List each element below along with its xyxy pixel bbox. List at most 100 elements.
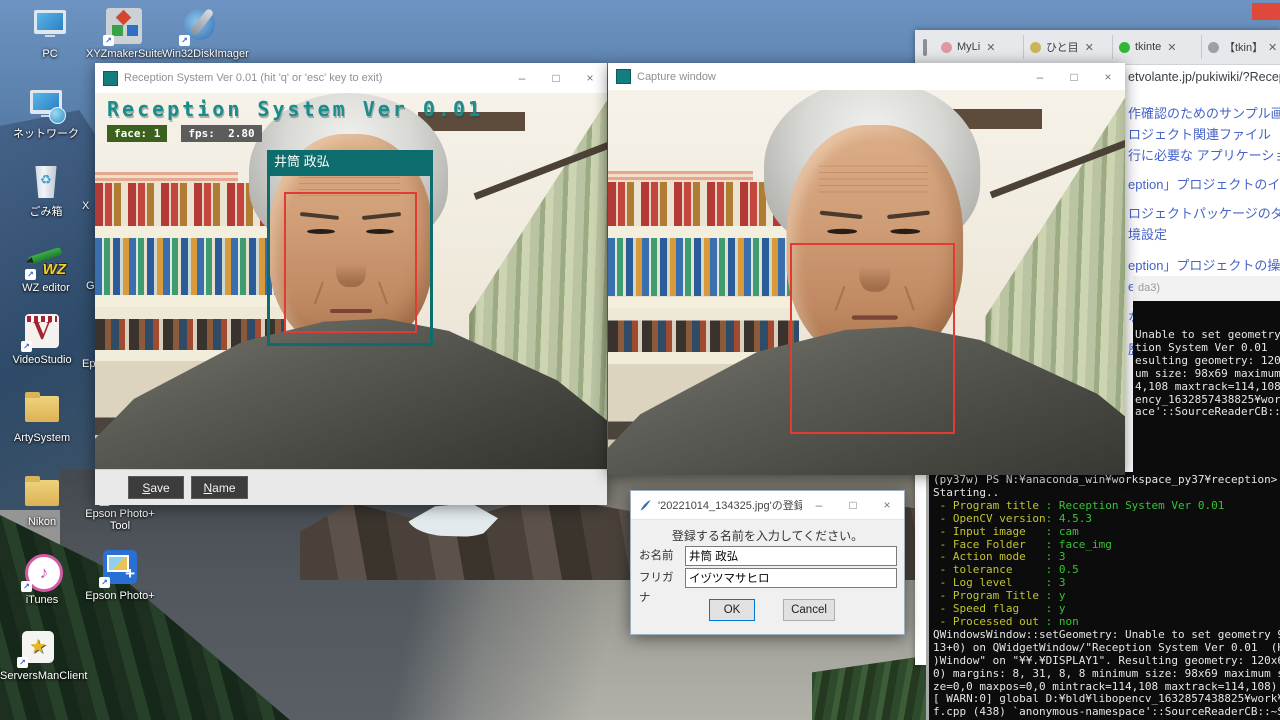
app-icon (616, 69, 631, 84)
shortcut-arrow-icon: ↗ (25, 269, 36, 280)
reception-video-feed: Reception System Ver 0.01 face: 1 fps: 2… (95, 93, 607, 470)
minimize-icon[interactable]: – (1023, 64, 1057, 90)
close-icon[interactable]: × (573, 65, 607, 91)
tab-close-icon[interactable]: ✕ (1268, 41, 1277, 54)
wiki-link[interactable]: 行に必要な アプリケーション (1128, 148, 1280, 164)
desktop-icon-label: iTunes (4, 594, 80, 606)
desktop-icon-xyzmakersuite[interactable]: ↗XYZmakerSuite (86, 6, 162, 60)
face-landmark-box (284, 192, 417, 333)
terminal-line: 13+0) on QWidgetWindow/"Reception System… (933, 642, 1280, 655)
background-terminal-titlebar[interactable]: da3) (1133, 276, 1280, 301)
terminal-line: ace'::SourceReaderCB::~S (1135, 406, 1280, 419)
window-title: Reception System Ver 0.01 (hit 'q' or 'e… (124, 72, 505, 84)
app-icon (103, 71, 118, 86)
close-icon[interactable]: × (1091, 64, 1125, 90)
ok-button[interactable]: OK (709, 599, 755, 621)
maximize-icon[interactable]: □ (1057, 64, 1091, 90)
hidden-icon-label: Ep (82, 358, 95, 370)
desktop-icon-wz-editor[interactable]: WZ↗WZ editor (8, 240, 84, 294)
shortcut-arrow-icon: ↗ (21, 341, 32, 352)
maximize-icon[interactable]: □ (539, 65, 573, 91)
browser-tab-3[interactable]: tkinte✕ (1113, 35, 1202, 59)
minimize-icon[interactable]: – (802, 492, 836, 518)
shortcut-arrow-icon: ↗ (103, 35, 114, 46)
face-detection-box (790, 243, 955, 434)
reception-button-bar: Save Name (95, 469, 607, 505)
browser-tab-2[interactable]: ひと目 ✕ (1024, 35, 1113, 59)
terminal-line: tion System Ver 0.01 (H (1135, 342, 1280, 355)
desktop-icon-ごみ箱[interactable]: ♻ごみ箱 (8, 164, 84, 218)
tab-favicon (1119, 42, 1130, 53)
desktop-icon-label: Epson Photo+ Tool (82, 508, 158, 532)
desktop-icon-ネットワ-ク[interactable]: ネットワーク (8, 86, 84, 140)
recycle-icon: ♻ (24, 164, 68, 204)
address-bar-text[interactable]: etvolante.jp/pukiwiki/?Receptio (1128, 70, 1280, 84)
browser-tabs: MyLi✕ひと目✕tkinte✕【tkin】✕ (935, 35, 1280, 59)
tab-label: ひと目 (1046, 39, 1079, 55)
desktop-icon-win32diskimager[interactable]: ↗Win32DiskImager (162, 6, 238, 60)
desktop-icon-artysystem[interactable]: ArtySystem (4, 390, 80, 444)
wiki-link[interactable]: 境設定 (1128, 227, 1280, 243)
itunes-icon: ♪↗ (20, 552, 64, 592)
capture-titlebar[interactable]: Capture window – □ × (608, 63, 1125, 91)
kana-input[interactable] (685, 568, 897, 588)
xyz-icon: ↗ (102, 6, 146, 46)
hidden-icon-label: X (82, 200, 89, 212)
wz-icon: WZ↗ (24, 240, 68, 280)
desktop-icon-label: ArtySystem (4, 432, 80, 444)
shortcut-arrow-icon: ↗ (17, 657, 28, 668)
desktop-icon-label: Nikon (4, 516, 80, 528)
reception-titlebar[interactable]: Reception System Ver 0.01 (hit 'q' or 'e… (95, 63, 607, 94)
desktop-icon-pc[interactable]: PC (12, 6, 88, 60)
servers-icon: ★↗ (16, 628, 60, 668)
save-button[interactable]: Save (128, 476, 184, 499)
cancel-button[interactable]: Cancel (783, 599, 835, 621)
powershell-terminal[interactable]: (py37w) PS N:¥anaconda_win¥workspace_py3… (926, 472, 1280, 720)
window-title: Capture window (637, 71, 1023, 83)
wiki-link[interactable]: eption」プロジェクトのインス (1128, 177, 1280, 193)
desktop-icon-label: ネットワーク (8, 128, 84, 140)
maximize-icon[interactable]: □ (836, 492, 870, 518)
close-icon[interactable]: × (870, 492, 904, 518)
tab-close-icon[interactable]: ✕ (1085, 41, 1094, 54)
name-input[interactable] (685, 546, 897, 566)
registration-dialog: '20221014_134325.jpg'の登録 – □ × 登録する名前を入力… (630, 490, 905, 635)
desktop-icon-nikon[interactable]: Nikon (4, 474, 80, 528)
desktop: PC↗XYZmakerSuite↗Win32DiskImager ネットワーク ♻ご… (0, 0, 1280, 720)
browser-tab-4[interactable]: 【tkin】 ✕ (1202, 35, 1280, 59)
desktop-icon-itunes[interactable]: ♪↗ iTunes (4, 552, 80, 606)
face-count-badge: face: 1 (107, 125, 167, 142)
desktop-icon-serversmanclient[interactable]: ★↗ ServersManClient (0, 628, 76, 682)
window-icon[interactable] (923, 39, 927, 56)
wiki-link[interactable]: eption」プロジェクトの操作マ (1128, 258, 1280, 274)
desktop-icon-videostudio[interactable]: V↗VideoStudio (4, 312, 80, 366)
tab-favicon (941, 42, 952, 53)
terminal-line: 0) margins: 8, 31, 8, 8 minimum size: 98… (933, 668, 1280, 681)
network-icon (24, 86, 68, 126)
browser-tab-1[interactable]: MyLi✕ (935, 35, 1024, 59)
terminal-line: 4,108 maxtrack=114,108) (1135, 381, 1280, 394)
dialog-title: '20221014_134325.jpg'の登録 (658, 497, 802, 513)
desktop-icon-label: ServersManClient (0, 670, 76, 682)
tab-label: 【tkin】 (1224, 39, 1262, 55)
dialog-prompt: 登録する名前を入力してください。 (631, 527, 904, 544)
shortcut-arrow-icon: ↗ (179, 35, 190, 46)
name-button[interactable]: Name (191, 476, 248, 499)
kana-field-label: フリガナ (639, 568, 681, 608)
minimize-icon[interactable]: – (505, 65, 539, 91)
wiki-link[interactable]: ロジェクト関連ファイル (1128, 127, 1280, 143)
desktop-icon-label: PC (12, 48, 88, 60)
tk-feather-icon (639, 499, 652, 512)
wiki-link[interactable]: ロジェクトパッケージのダウ (1128, 206, 1280, 222)
tab-close-icon[interactable]: ✕ (1167, 41, 1176, 54)
folder-icon (20, 390, 64, 430)
terminal-line: esulting geometry: 120x6 (1135, 355, 1280, 368)
wiki-link[interactable]: 作確認のためのサンプル画像 (1128, 106, 1280, 122)
dialog-titlebar[interactable]: '20221014_134325.jpg'の登録 – □ × (631, 491, 904, 520)
terminal-line: um size: 98x69 maximum s (1135, 368, 1280, 381)
reception-system-window: Reception System Ver 0.01 (hit 'q' or 'e… (95, 63, 607, 505)
fps-badge: fps: 2.80 (181, 125, 261, 142)
desktop-icon-epson-photo+[interactable]: +↗Epson Photo+ (82, 548, 158, 602)
tab-close-icon[interactable]: ✕ (986, 41, 995, 54)
hidden-icon-label: G (86, 280, 95, 292)
